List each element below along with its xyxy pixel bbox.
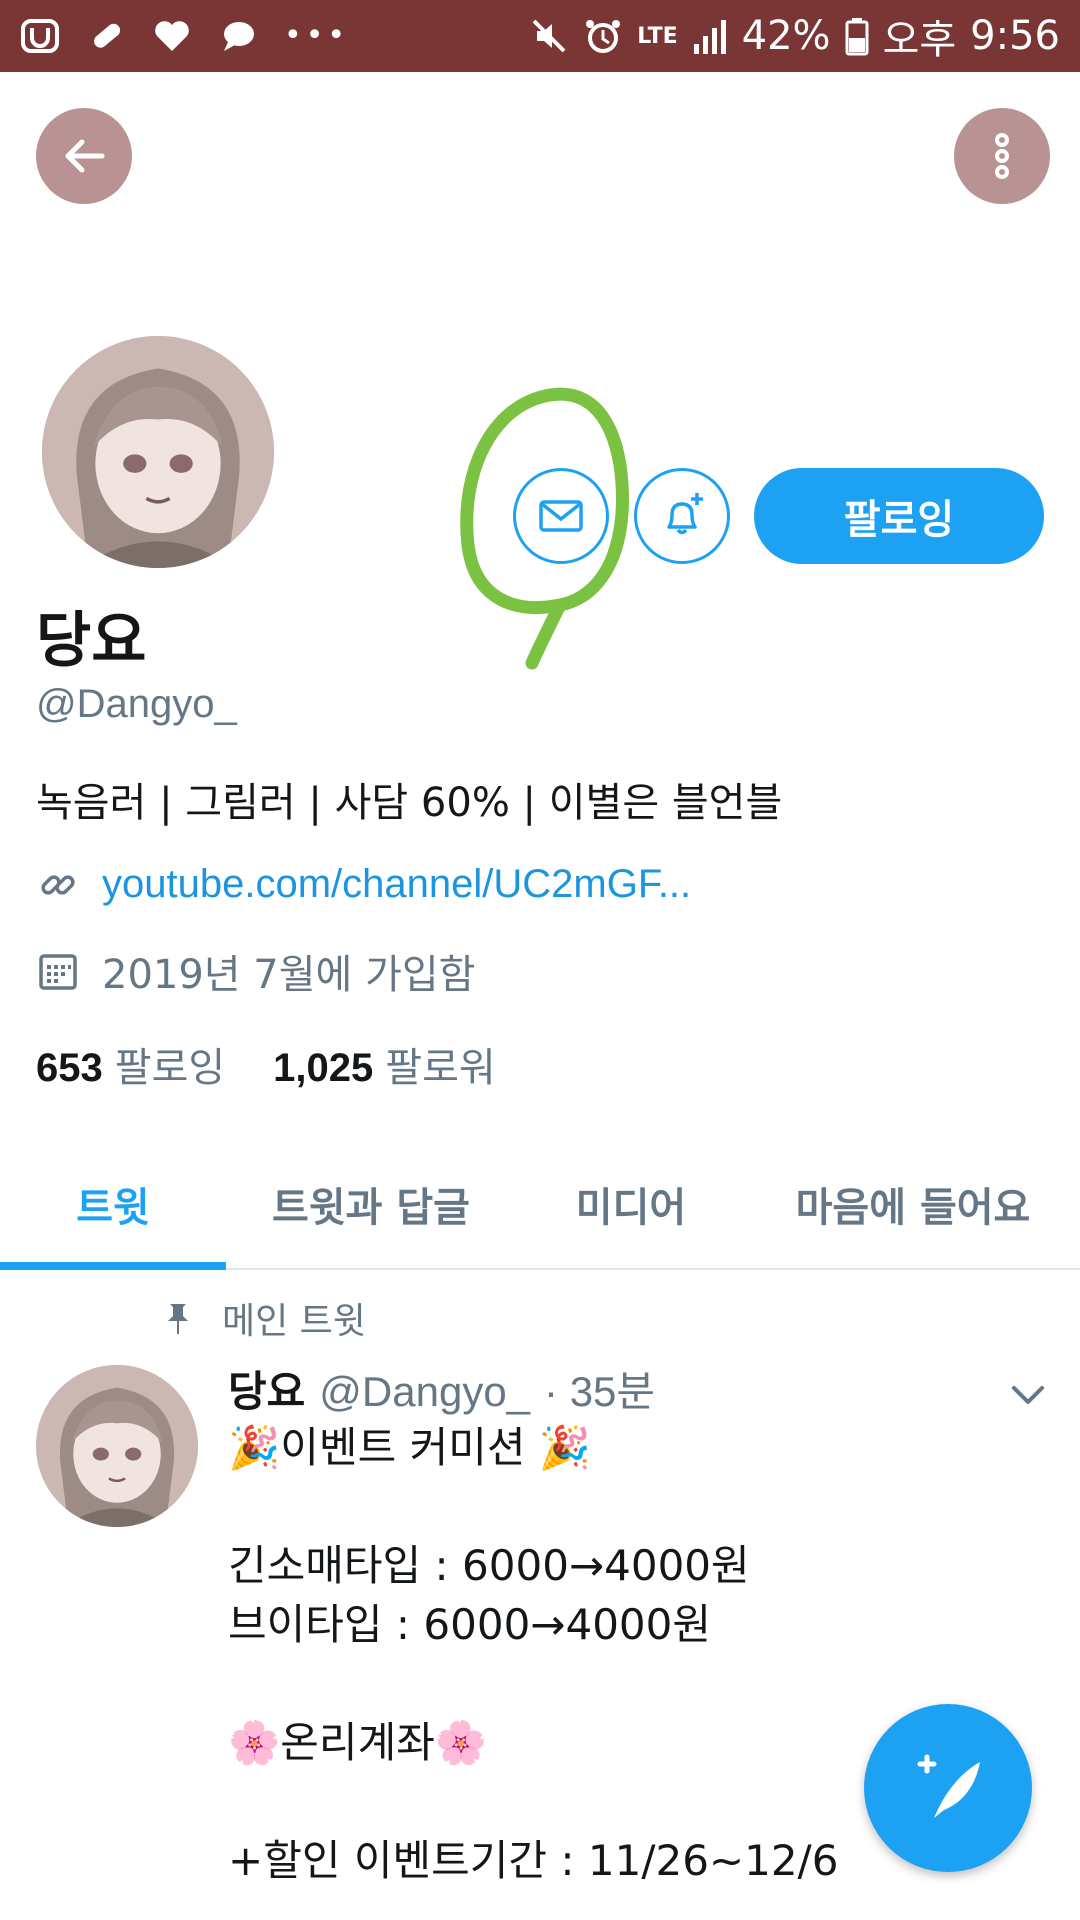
heart-icon: [152, 16, 192, 56]
pin-icon: [168, 1304, 188, 1334]
compose-feather-icon: [917, 1754, 980, 1818]
follow-stats: 653 팔로잉 1,025 팔로워: [36, 1035, 496, 1093]
followers-stat[interactable]: 1,025 팔로워: [273, 1035, 496, 1093]
link-icon: [41, 874, 75, 895]
pinned-text: 메인 트윗: [222, 1301, 366, 1342]
tweet-line: 브이타입 : 6000→4000원: [228, 1600, 712, 1649]
profile-tabs: 트윗 트윗과 답글 미디어 마음에 들어요: [0, 1140, 1080, 1270]
avatar-illustration: [36, 1365, 198, 1527]
tab-tweets-replies[interactable]: 트윗과 답글: [226, 1140, 516, 1268]
display-name: 당요: [36, 606, 147, 676]
tweet-author-name[interactable]: 당요: [228, 1358, 305, 1419]
join-date-text: 2019년 7월에 가입함: [102, 952, 476, 998]
chevron-down-icon[interactable]: [1006, 1372, 1050, 1416]
notify-button[interactable]: [634, 468, 730, 564]
battery-percent: 42%: [741, 13, 831, 59]
more-options-button[interactable]: [954, 108, 1050, 204]
followers-count: 1,025: [273, 1046, 374, 1090]
pinned-label: 메인 트윗: [160, 1292, 366, 1344]
time-period: 오후: [882, 17, 957, 63]
tweet-author-handle[interactable]: @Dangyo_: [319, 1368, 530, 1416]
tab-likes[interactable]: 마음에 들어요: [746, 1140, 1080, 1268]
pill-icon: [86, 16, 126, 56]
followers-label: 팔로워: [385, 1045, 496, 1091]
tweet-line: [228, 1477, 1028, 1536]
battery-icon: [845, 18, 869, 56]
signal-icon: [693, 20, 726, 54]
more-vertical-icon: [995, 133, 1009, 179]
following-stat[interactable]: 653 팔로잉: [36, 1035, 225, 1093]
status-bar: ••• LTE 42% 오후 9:56: [0, 0, 1080, 72]
mail-icon: [539, 500, 583, 532]
following-button[interactable]: 팔로잉: [754, 468, 1044, 564]
mute-icon: [532, 19, 566, 53]
bell-plus-icon: [667, 493, 703, 535]
tweet-time: · 35분: [544, 1368, 656, 1415]
profile-avatar[interactable]: [36, 330, 280, 574]
app-u-icon: [20, 16, 60, 56]
arrow-left-icon: [65, 139, 105, 173]
user-handle: @Dangyo_: [36, 682, 237, 726]
tweet-line: [228, 1654, 1028, 1713]
following-count: 653: [36, 1046, 103, 1090]
alarm-icon: [586, 20, 621, 53]
profile-link-text[interactable]: youtube.com/channel/UC2mGF...: [102, 862, 691, 907]
tab-media[interactable]: 미디어: [516, 1140, 746, 1268]
message-button[interactable]: [513, 468, 609, 564]
following-label: 팔로잉: [114, 1045, 226, 1091]
tweet-header: 당요 @Dangyo_ · 35분: [228, 1358, 655, 1419]
join-date: 2019년 7월에 가입함: [36, 942, 475, 1000]
tweet-line: 긴소매타입 : 6000→4000원: [228, 1541, 750, 1590]
clock: 9:56: [970, 13, 1060, 59]
tab-tweets[interactable]: 트윗: [0, 1140, 226, 1270]
profile-link[interactable]: youtube.com/channel/UC2mGF...: [36, 862, 691, 907]
calendar-icon: [39, 954, 77, 990]
chat-bubble-icon: [218, 16, 258, 56]
tweet-avatar[interactable]: [36, 1365, 198, 1527]
avatar-illustration: [42, 336, 274, 568]
compose-tweet-button[interactable]: [864, 1704, 1032, 1872]
network-type: LTE: [637, 23, 678, 49]
profile-bio: 녹음러 | 그림러 | 사담 60% | 이별은 블언블: [36, 780, 783, 826]
back-button[interactable]: [36, 108, 132, 204]
more-notifications-icon: •••: [284, 18, 350, 53]
tweet-line: 🎉이벤트 커미션 🎉: [228, 1423, 592, 1472]
